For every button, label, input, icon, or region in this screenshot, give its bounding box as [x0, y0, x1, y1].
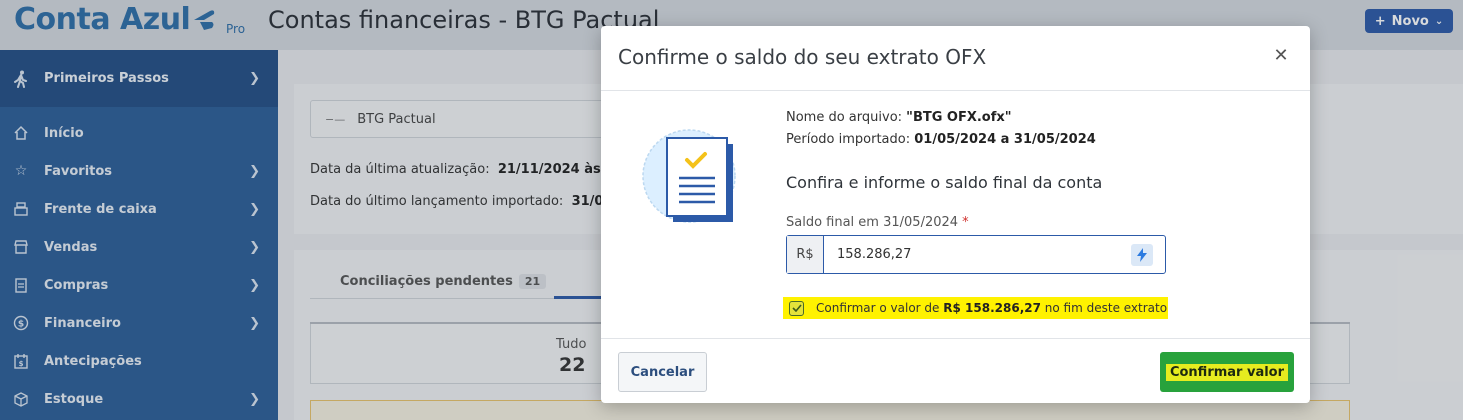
- checkbox-checked[interactable]: [789, 300, 804, 316]
- balance-field-label-text: Saldo final em 31/05/2024: [786, 215, 959, 230]
- file-label: Nome do arquivo:: [786, 110, 903, 125]
- balance-field-label: Saldo final em 31/05/2024 *: [786, 215, 969, 230]
- cancel-button[interactable]: Cancelar: [618, 352, 707, 392]
- confirm-value-label: Confirmar valor: [1165, 363, 1289, 381]
- confirm-balance-modal: Confirme o saldo do seu extrato OFX ✕ No…: [601, 26, 1310, 403]
- confirm-text-prefix: Confirmar o valor de: [816, 301, 940, 315]
- currency-prefix: R$: [787, 236, 824, 273]
- balance-input-group: R$: [786, 235, 1166, 274]
- close-icon[interactable]: ✕: [1273, 47, 1289, 65]
- lightning-bolt-icon[interactable]: [1131, 244, 1153, 266]
- confirm-text-suffix: no fim deste extrato: [1044, 301, 1168, 315]
- balance-input[interactable]: [824, 236, 1165, 273]
- document-check-illustration: [642, 129, 736, 223]
- period-label: Período importado:: [786, 132, 911, 147]
- file-value: "BTG OFX.ofx": [906, 110, 1012, 125]
- confirm-value-button[interactable]: Confirmar valor: [1160, 352, 1294, 392]
- modal-header: Confirme o saldo do seu extrato OFX ✕: [601, 26, 1310, 91]
- modal-title: Confirme o saldo do seu extrato OFX: [618, 45, 987, 69]
- modal-footer: Cancelar Confirmar valor: [601, 338, 1310, 403]
- file-name-line: Nome do arquivo: "BTG OFX.ofx": [786, 110, 1012, 125]
- confirm-balance-checkbox-row[interactable]: Confirmar o valor de R$ 158.286,27 no fi…: [783, 297, 1168, 319]
- modal-subtitle: Confira e informe o saldo final da conta: [786, 173, 1103, 192]
- period-value: 01/05/2024 a 31/05/2024: [914, 132, 1096, 147]
- period-line: Período importado: 01/05/2024 a 31/05/20…: [786, 132, 1096, 147]
- required-asterisk: *: [962, 215, 969, 230]
- confirm-amount: R$ 158.286,27: [943, 301, 1041, 315]
